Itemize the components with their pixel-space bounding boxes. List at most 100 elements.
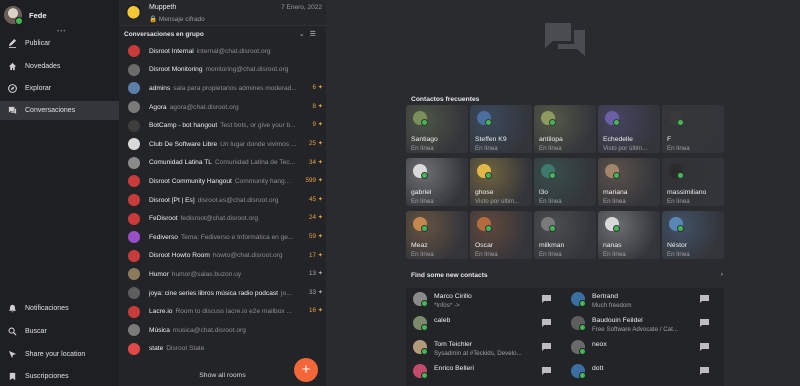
nav-item-explorar[interactable]: Explorar bbox=[0, 79, 119, 98]
room-item[interactable]: Disroot Community Hangout Community hang.… bbox=[119, 172, 326, 191]
unread-count: 13 bbox=[308, 270, 316, 278]
frequent-contact-tile[interactable]: antilopa En línea bbox=[534, 105, 596, 153]
nav-item-novedades[interactable]: Novedades bbox=[0, 57, 119, 76]
room-item[interactable]: BotCamp - bot hangout Test bots, or give … bbox=[119, 116, 326, 135]
nav-item-share-location[interactable]: Share your location bbox=[0, 345, 119, 364]
suggested-contact[interactable]: caleb bbox=[406, 312, 561, 335]
avatar bbox=[571, 364, 586, 379]
compose-icon bbox=[7, 39, 17, 49]
message-icon[interactable] bbox=[542, 367, 551, 375]
suggested-contact[interactable]: Baudouin Feildel Free Software Advocate /… bbox=[564, 312, 719, 335]
room-item[interactable]: Disroot [Pt | Es] disroot.es@chat.disroot… bbox=[119, 191, 326, 210]
nav-item-publicar[interactable]: Publicar bbox=[0, 34, 119, 53]
nav-item-buscar[interactable]: Buscar bbox=[0, 322, 119, 341]
frequent-contact-tile[interactable]: F En línea bbox=[662, 105, 724, 153]
find-contacts-header[interactable]: Find some new contacts › bbox=[411, 271, 723, 279]
avatar bbox=[413, 364, 428, 379]
frequent-contact-tile[interactable]: gabriel En línea bbox=[406, 158, 468, 206]
people-icon: ✦ bbox=[315, 214, 323, 222]
encrypted-message-label: Mensaje cifrado bbox=[158, 16, 205, 23]
contact-status: En línea bbox=[667, 145, 690, 152]
left-navigation: Fede ••• Publicar Novedades Explorar Con… bbox=[0, 0, 119, 386]
suggested-contact[interactable]: Tom Teichler Sysadmin at #Teckids, Develo… bbox=[406, 336, 561, 359]
frequent-contact-tile[interactable]: Oscar En línea bbox=[470, 211, 532, 259]
chevron-down-icon[interactable]: ⌄ bbox=[299, 31, 310, 38]
suggested-contact[interactable]: Enrico Belleri bbox=[406, 360, 561, 383]
suggested-contact[interactable]: Bertrand Much freedom bbox=[564, 288, 719, 311]
filter-icon[interactable]: ☰ bbox=[310, 31, 321, 38]
room-name: Disroot Community Hangout bbox=[149, 177, 232, 185]
avatar bbox=[413, 340, 428, 355]
profile[interactable]: Fede bbox=[4, 6, 47, 25]
suggested-contact[interactable]: neox bbox=[564, 336, 719, 359]
frequent-contact-tile[interactable]: Santiago En línea bbox=[406, 105, 468, 153]
room-name: Lacre.io bbox=[149, 308, 173, 316]
room-item[interactable]: joya: cine series libros música radio po… bbox=[119, 284, 326, 303]
avatar bbox=[477, 164, 492, 179]
frequent-contact-tile[interactable]: Steffen K9 En línea bbox=[470, 105, 532, 153]
nav-item-notificaciones[interactable]: Notificaciones bbox=[0, 299, 119, 318]
room-item[interactable]: Música musica@chat.disroot.org bbox=[119, 321, 326, 340]
room-avatar bbox=[128, 324, 140, 337]
message-icon[interactable] bbox=[700, 367, 709, 375]
room-text: state Disroot State bbox=[149, 345, 309, 352]
frequent-contact-tile[interactable]: Echedelle Visto por últim... bbox=[598, 105, 660, 153]
room-item[interactable]: FeDisroot fedisroot@chat.disroot.org 24 ✦ bbox=[119, 209, 326, 228]
message-icon[interactable] bbox=[542, 295, 551, 303]
room-text: Disroot Community Hangout Community hang.… bbox=[149, 178, 309, 185]
conversation-item[interactable]: Muppeth 🔒 Mensaje cifrado 7 Enero, 2022 bbox=[119, 0, 326, 26]
room-item[interactable]: Comunidad Latina TL Comunidad Latina de T… bbox=[119, 154, 326, 173]
frequent-contact-tile[interactable]: Meaz En línea bbox=[406, 211, 468, 259]
room-description: humor@salas.buzon.uy bbox=[171, 270, 242, 278]
add-button[interactable]: + bbox=[294, 358, 318, 382]
unread-count: 45 bbox=[308, 195, 316, 203]
room-item[interactable]: Disroot Monitoring monitoring@chat.disroo… bbox=[119, 61, 326, 80]
room-item[interactable]: state Disroot State bbox=[119, 340, 326, 359]
contact-status: En línea bbox=[475, 145, 498, 152]
unread-count: 24 bbox=[308, 214, 316, 222]
room-item[interactable]: Humor humor@salas.buzon.uy 13 ✦ bbox=[119, 265, 326, 284]
message-icon[interactable] bbox=[700, 319, 709, 327]
message-icon[interactable] bbox=[700, 343, 709, 351]
suggested-contact[interactable]: dott bbox=[564, 360, 719, 383]
avatar bbox=[413, 316, 428, 331]
avatar[interactable] bbox=[4, 6, 23, 25]
people-icon: ✦ bbox=[315, 307, 323, 315]
frequent-contact-tile[interactable]: Néstor En línea bbox=[662, 211, 724, 259]
frequent-contact-tile[interactable]: ghose Visto por últim... bbox=[470, 158, 532, 206]
room-item[interactable]: Disroot Howto Room howto@chat.disroot.org… bbox=[119, 247, 326, 266]
contact-bio: *Infos* -> bbox=[434, 302, 460, 309]
room-description: Test bots, or give your b... bbox=[220, 122, 296, 130]
contact-name: caleb bbox=[434, 317, 451, 324]
frequent-contact-tile[interactable]: l3o En línea bbox=[534, 158, 596, 206]
frequent-contact-tile[interactable]: nanas En línea bbox=[598, 211, 660, 259]
chevron-right-icon[interactable]: › bbox=[721, 271, 723, 278]
room-name: BotCamp - bot hangout bbox=[149, 122, 218, 130]
contact-name: Bertrand bbox=[592, 293, 619, 300]
room-item[interactable]: Lacre.io Room to discuss lacre.io e2e mai… bbox=[119, 302, 326, 321]
contact-name: Néstor bbox=[667, 242, 688, 249]
room-item[interactable]: Fediverso Tema: Fediverso e Informática e… bbox=[119, 228, 326, 247]
contact-name: Enrico Belleri bbox=[434, 365, 475, 372]
suggested-contact[interactable]: Marco Cirillo *Infos* -> bbox=[406, 288, 561, 311]
frequent-contact-tile[interactable]: milkman En línea bbox=[534, 211, 596, 259]
room-text: Club De Software Libre Un lugar donde viv… bbox=[149, 141, 309, 148]
contact-name: ghose bbox=[475, 189, 494, 196]
nav-item-label: Notificaciones bbox=[25, 305, 69, 312]
nav-item-suscripciones[interactable]: Suscripciones bbox=[0, 367, 119, 386]
bookmark-icon bbox=[7, 372, 17, 382]
nav-item-conversaciones[interactable]: Conversaciones bbox=[0, 101, 119, 120]
room-item[interactable]: admins sala para propietarios admines mod… bbox=[119, 79, 326, 98]
room-item[interactable]: Ágora agora@chat.disroot.org 8 ✦ bbox=[119, 98, 326, 117]
message-icon[interactable] bbox=[542, 343, 551, 351]
room-avatar bbox=[128, 156, 140, 169]
unread-count: 33 bbox=[308, 288, 316, 296]
message-icon[interactable] bbox=[700, 295, 709, 303]
room-item[interactable]: Club De Software Libre Un lugar donde viv… bbox=[119, 135, 326, 154]
frequent-contact-tile[interactable]: mariana En línea bbox=[598, 158, 660, 206]
message-icon[interactable] bbox=[542, 319, 551, 327]
contact-status: En línea bbox=[667, 198, 690, 205]
contacts-panel: Contactos frecuentes Santiago En línea Ste… bbox=[326, 0, 800, 386]
frequent-contact-tile[interactable]: massimiliano En línea bbox=[662, 158, 724, 206]
room-item[interactable]: Disroot Internal internal@chat.disroot.or… bbox=[119, 42, 326, 61]
